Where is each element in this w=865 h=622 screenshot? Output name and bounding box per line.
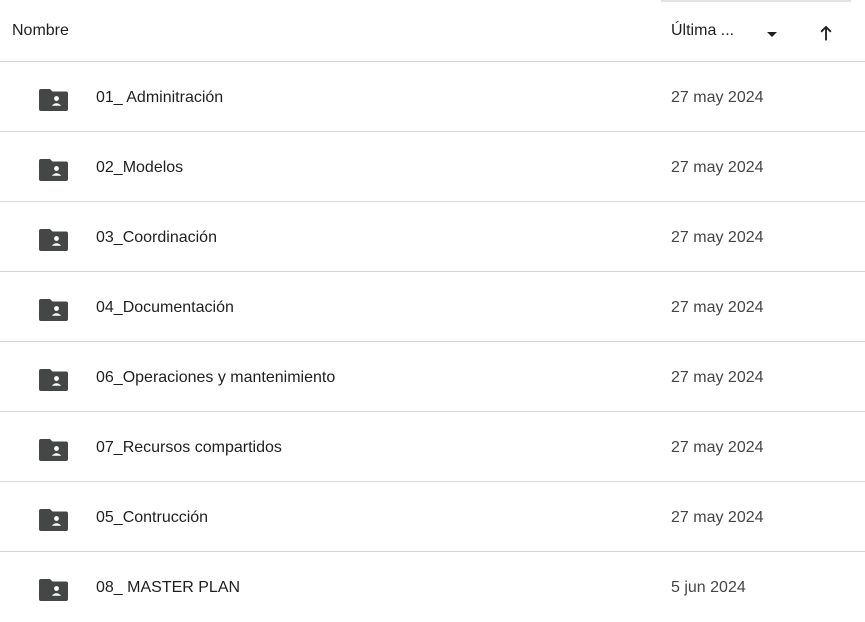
shared-folder-icon: [39, 369, 68, 391]
table-row[interactable]: 08_ MASTER PLAN 5 jun 2024: [0, 552, 865, 622]
shared-folder-icon: [39, 579, 68, 601]
table-row[interactable]: 05_Contrucción 27 may 2024: [0, 482, 865, 552]
arrow-up-icon[interactable]: [815, 22, 837, 44]
row-modified-date: 27 may 2024: [671, 89, 764, 106]
row-modified-date: 27 may 2024: [671, 439, 764, 456]
row-modified-date: 5 jun 2024: [671, 579, 746, 596]
row-name: 06_Operaciones y mantenimiento: [96, 369, 336, 386]
table-row[interactable]: 06_Operaciones y mantenimiento 27 may 20…: [0, 342, 865, 412]
row-name: 03_Coordinación: [96, 229, 217, 246]
shared-folder-icon: [39, 229, 68, 251]
row-modified-date: 27 may 2024: [671, 159, 764, 176]
file-rows: 01_ Adminitración 27 may 2024 02_Modelos…: [0, 62, 865, 622]
shared-folder-icon: [39, 89, 68, 111]
row-modified-date: 27 may 2024: [671, 369, 764, 386]
column-header-modified-label[interactable]: Última ...: [671, 22, 734, 40]
row-name: 05_Contrucción: [96, 509, 209, 526]
table-row[interactable]: 01_ Adminitración 27 may 2024: [0, 62, 865, 132]
row-modified-date: 27 may 2024: [671, 229, 764, 246]
shared-folder-icon: [39, 299, 68, 321]
row-name: 08_ MASTER PLAN: [96, 579, 241, 596]
file-list: Nombre Última ... 01_ Adminitración 27 m…: [0, 0, 865, 618]
row-name: 01_ Adminitración: [96, 89, 224, 106]
column-header-name[interactable]: Nombre: [12, 22, 69, 40]
table-row[interactable]: 03_Coordinación 27 may 2024: [0, 202, 865, 272]
row-name: 04_Documentación: [96, 299, 234, 316]
table-row[interactable]: 02_Modelos 27 may 2024: [0, 132, 865, 202]
column-header-modified[interactable]: Última ...: [661, 0, 851, 61]
row-modified-date: 27 may 2024: [671, 299, 764, 316]
row-modified-date: 27 may 2024: [671, 509, 764, 526]
shared-folder-icon: [39, 159, 68, 181]
table-row[interactable]: 07_Recursos compartidos 27 may 2024: [0, 412, 865, 482]
list-header: Nombre Última ...: [0, 0, 865, 62]
table-row[interactable]: 04_Documentación 27 may 2024: [0, 272, 865, 342]
shared-folder-icon: [39, 509, 68, 531]
caret-down-icon[interactable]: [767, 32, 777, 37]
row-name: 07_Recursos compartidos: [96, 439, 282, 456]
row-name: 02_Modelos: [96, 159, 184, 176]
shared-folder-icon: [39, 439, 68, 461]
